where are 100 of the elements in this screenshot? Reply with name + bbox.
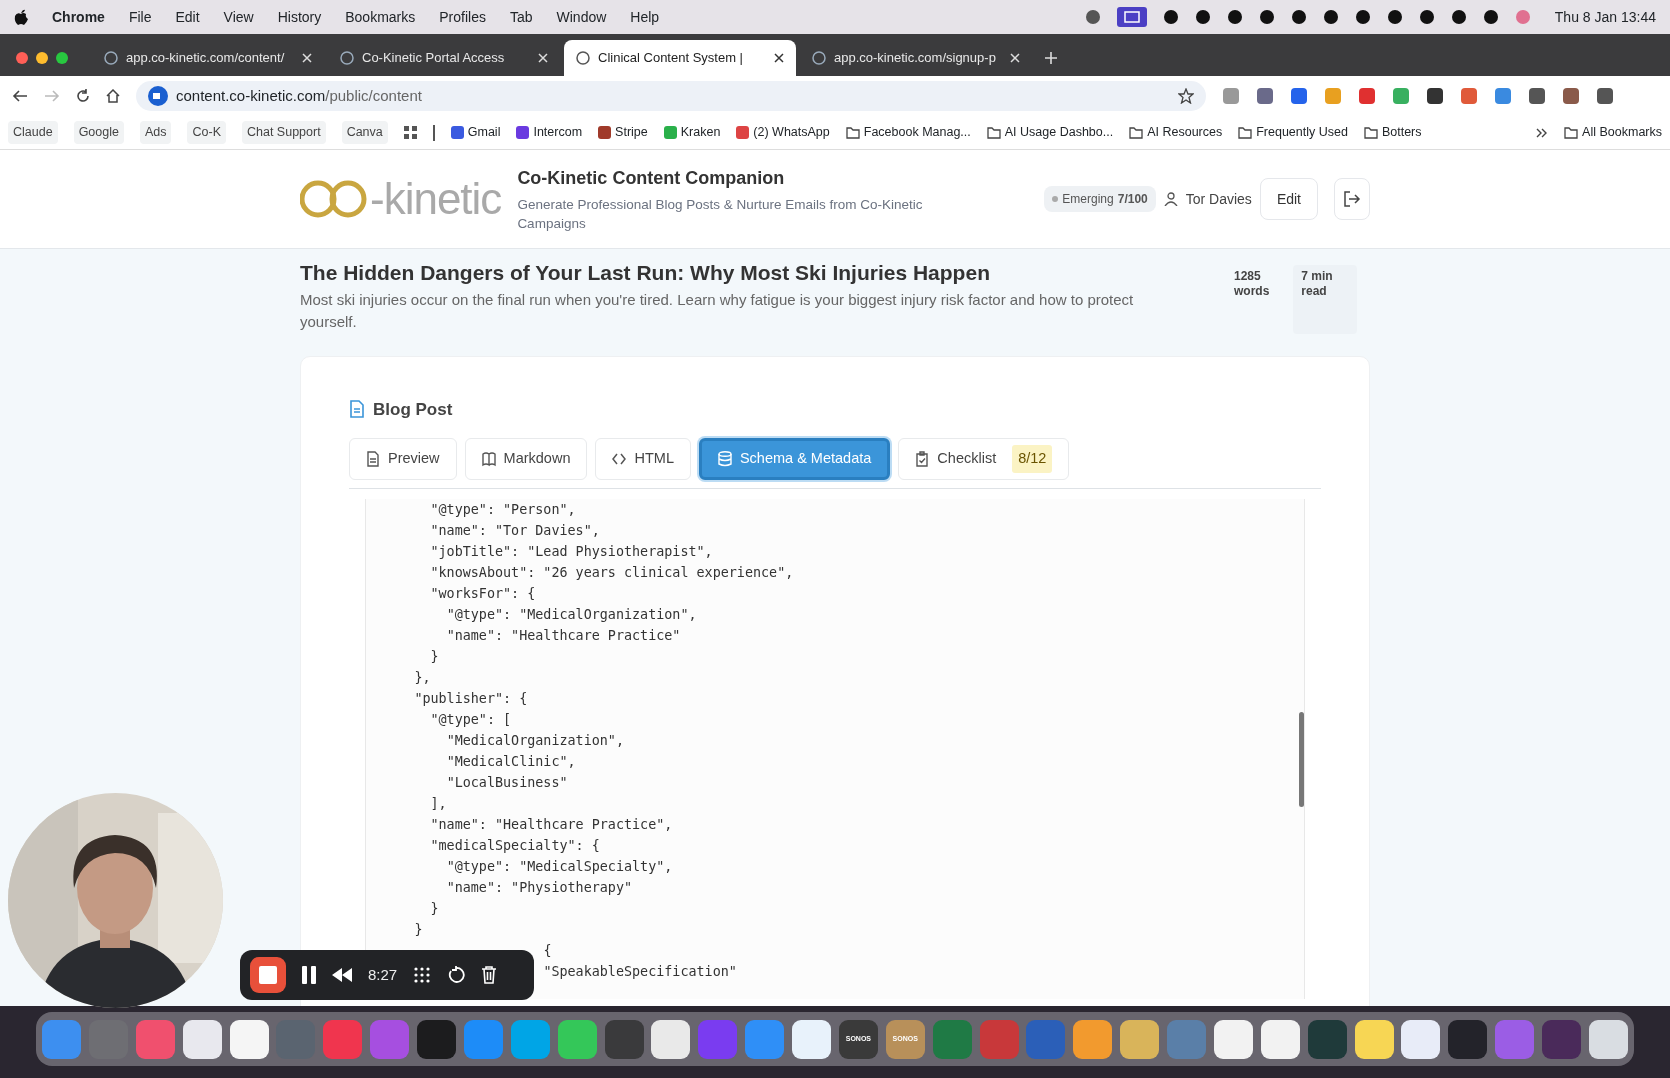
database-icon [717,451,732,467]
bookmark[interactable]: (2) WhatsApp [736,123,830,142]
app-icon[interactable] [1354,1019,1394,1059]
restart-icon[interactable] [447,966,466,984]
menu-item[interactable]: History [277,6,322,28]
folder-icon [1238,126,1253,139]
content-tab[interactable]: HTML [595,438,691,480]
menu-item[interactable]: Profiles [439,6,486,28]
status-icon[interactable] [1290,9,1307,25]
folder-icon [1363,126,1378,139]
bookmark[interactable]: Intercom [516,123,583,142]
star-icon[interactable] [1178,88,1194,104]
bookmark[interactable]: Google [73,121,124,144]
menu-item[interactable]: Tab [509,6,533,28]
bookmark[interactable]: Frequently Used [1238,123,1348,142]
menu-item[interactable]: Bookmarks [345,6,416,28]
bookmark[interactable]: Stripe [598,123,648,142]
extension-icon[interactable] [1426,87,1444,105]
app-icon[interactable] [1073,1019,1113,1059]
favicon-icon [736,126,750,139]
status-icon[interactable] [1322,9,1339,25]
bookmark[interactable]: Canva [341,121,388,144]
address-bar[interactable]: content.co-kinetic.com/public/content [136,81,1206,111]
app-icon[interactable] [1260,1019,1300,1059]
app-icon[interactable] [1588,1019,1628,1059]
bookmark[interactable]: Co-K [187,121,226,144]
url-text: content.co-kinetic.com/public/content [176,85,423,106]
app-icon[interactable] [1213,1019,1253,1059]
content-tab[interactable]: Preview [349,438,457,480]
app-icon[interactable] [1401,1019,1441,1059]
bookmark[interactable]: Gmail [450,123,501,142]
bookmark[interactable]: Ads [139,121,172,144]
rewind-icon[interactable] [332,968,352,982]
user-name: Tor Davies [1163,188,1252,210]
extension-icon[interactable] [1528,87,1546,105]
status-icon[interactable] [1116,7,1147,27]
status-icon[interactable] [1450,9,1467,25]
browser-tab[interactable]: app.co-kinetic.com/content/ [92,40,324,76]
bookmark-folder[interactable]: All Bookmarks [1564,123,1662,142]
status-icon[interactable] [1354,9,1371,25]
status-icon[interactable] [1386,9,1403,25]
chevrons-icon[interactable] [1536,127,1549,138]
menu-item[interactable]: File [128,6,152,28]
grid-dots-icon[interactable] [413,966,432,984]
app-icon[interactable] [229,1019,269,1059]
status-icon[interactable] [1194,9,1211,25]
logout-button[interactable] [1334,178,1370,220]
status-icon[interactable] [1258,9,1275,25]
app-icon[interactable] [651,1019,691,1059]
status-icon[interactable] [1226,9,1243,25]
menu-item[interactable]: Edit [175,6,200,28]
extension-icon[interactable] [1596,87,1614,105]
bookmark[interactable]: AI Resources [1129,123,1223,142]
bookmark[interactable]: Facebook Manag... [845,123,971,142]
bookmark[interactable]: AI Usage Dashbo... [986,123,1114,142]
app-icon[interactable] [182,1019,222,1059]
bookmark[interactable]: Botters [1363,123,1422,142]
bookmark[interactable]: Claude [8,121,58,144]
app-icon[interactable] [417,1019,456,1059]
extension-icon[interactable] [1562,87,1580,105]
menu-item[interactable]: View [223,6,254,28]
app-icon[interactable] [792,1019,831,1059]
window-controls-icon[interactable] [16,52,68,64]
status-icon[interactable] [1162,9,1179,25]
code-line: "publisher": { [414,690,528,708]
reload-icon[interactable] [76,89,90,103]
app-icon[interactable] [1448,1019,1488,1059]
status-icon[interactable] [1418,9,1435,25]
menu-item[interactable]: Window [556,6,607,28]
menu-item[interactable]: Help [630,6,660,28]
code-line: "@type": "Person", [430,501,576,519]
apps-grid-icon[interactable] [403,126,417,139]
browser-tab[interactable]: Co-Kinetic Portal Access [328,40,560,76]
new-tab-icon[interactable] [1044,51,1058,65]
content-tab[interactable]: Checklist 8/12 [898,438,1070,480]
status-icon[interactable] [1482,9,1499,25]
apple-icon[interactable] [14,9,28,25]
stop-button[interactable] [250,957,286,993]
content-tab[interactable]: Markdown [464,438,588,480]
close-icon[interactable] [774,53,784,63]
code-line: "MedicalOrganization", [446,732,624,750]
code-line: "worksFor": { [430,585,536,603]
bookmark[interactable]: Kraken [663,123,721,142]
app-icon[interactable] [557,1019,597,1059]
browser-tab[interactable]: app.co-kinetic.com/signup-p [800,40,1032,76]
scrollbar-thumb[interactable] [1299,712,1304,807]
site-info-icon[interactable] [148,86,168,106]
browser-tab[interactable]: Clinical Content System | [564,40,796,76]
edit-button[interactable]: Edit [1259,178,1318,220]
back-icon[interactable] [12,89,28,103]
article-summary: Most ski injuries occur on the final run when you're tired. Learn why fatigue is your biggest injury risk factor and how to protect yourself. [300,289,1135,332]
bookmark[interactable]: Chat Support [241,121,326,144]
favicon-icon [598,126,612,139]
menu-item[interactable]: Chrome [52,6,105,28]
favicon-icon [450,126,464,139]
trash-icon[interactable] [481,966,498,984]
pause-icon[interactable] [302,966,316,984]
app-icon[interactable] [1120,1019,1160,1059]
home-icon[interactable] [106,89,120,103]
favicon-icon [663,126,677,139]
